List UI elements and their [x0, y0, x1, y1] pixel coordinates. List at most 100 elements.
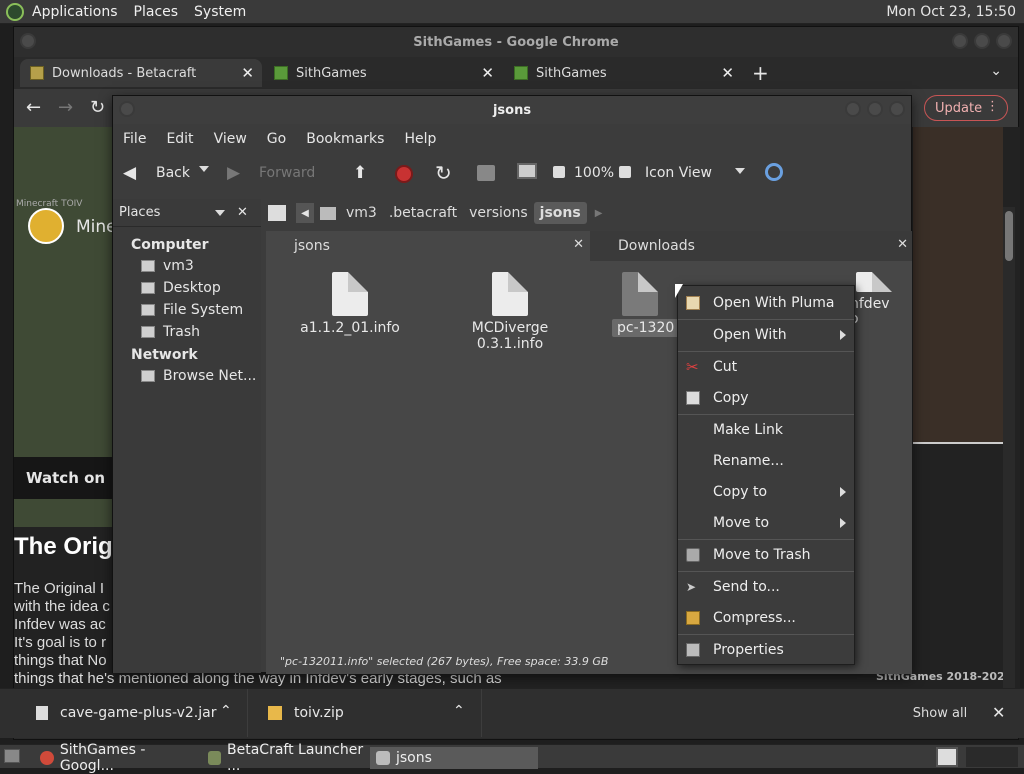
pane-tab-downloads[interactable]: Downloads ✕	[590, 231, 912, 261]
forward-button[interactable]: Forward	[259, 165, 315, 181]
file-item[interactable]: MCDiverge 0.3.1.info	[445, 272, 575, 352]
home-folder-icon[interactable]	[477, 165, 495, 181]
sidebar-pane-select[interactable]: Places ✕	[113, 199, 261, 227]
pane-tab-close-icon[interactable]: ✕	[897, 237, 908, 252]
watch-on-youtube[interactable]: Watch on	[14, 457, 113, 499]
menu-edit[interactable]: Edit	[156, 131, 203, 147]
tab-sithgames-1[interactable]: SithGames ✕	[264, 59, 502, 87]
tab-sithgames-2[interactable]: SithGames ✕	[504, 59, 742, 87]
reload-icon[interactable]: ↻	[90, 97, 105, 118]
edit-location-icon[interactable]	[268, 205, 286, 221]
menu-item-open-with[interactable]: Open With	[678, 320, 854, 350]
new-tab-icon[interactable]: +	[752, 61, 769, 85]
scrollbar-thumb[interactable]	[1005, 211, 1013, 261]
menu-item-properties[interactable]: Properties	[678, 635, 854, 665]
maximize-icon[interactable]	[974, 33, 990, 49]
up-arrow-icon[interactable]: ⬆	[353, 163, 367, 183]
menu-item-move-to[interactable]: Move to	[678, 508, 854, 538]
chevron-down-icon[interactable]	[215, 210, 225, 216]
show-all-button[interactable]: Show all	[903, 699, 977, 727]
menu-item-copy-to[interactable]: Copy to	[678, 477, 854, 507]
path-left-arrow-icon[interactable]: ◀	[296, 203, 314, 223]
panel-menu-system[interactable]: System	[186, 4, 254, 20]
tab-close-icon[interactable]: ✕	[721, 64, 734, 82]
sidebar-close-icon[interactable]: ✕	[237, 205, 248, 220]
menu-help[interactable]: Help	[394, 131, 446, 147]
path-segment-versions[interactable]: versions	[463, 202, 534, 224]
update-button[interactable]: Update ⋮	[924, 95, 1008, 121]
download-item[interactable]: toiv.zip ⌃	[248, 689, 482, 737]
menu-item-send-to[interactable]: ➤ Send to...	[678, 572, 854, 602]
menu-item-copy[interactable]: Copy	[678, 383, 854, 413]
back-arrow-icon[interactable]: ◀	[123, 163, 136, 183]
chevron-up-icon[interactable]: ⌃	[220, 703, 232, 719]
channel-avatar[interactable]	[28, 208, 64, 244]
workspace-switcher-inactive[interactable]	[966, 747, 1018, 767]
search-icon[interactable]	[765, 163, 783, 181]
close-icon[interactable]	[889, 101, 905, 117]
path-segment-jsons[interactable]: jsons	[533, 202, 587, 224]
menu-item-rename[interactable]: Rename...	[678, 446, 854, 476]
tab-close-icon[interactable]: ✕	[481, 64, 494, 82]
download-item[interactable]: cave-game-plus-v2.jar ⌃	[0, 689, 248, 737]
forward-arrow-icon[interactable]: ▶	[227, 163, 240, 183]
path-segment-betacraft[interactable]: .betacraft	[383, 202, 463, 224]
menu-view[interactable]: View	[204, 131, 257, 147]
panel-menu-places[interactable]: Places	[126, 4, 187, 20]
sidebar-item-browse-network[interactable]: Browse Net...	[113, 365, 261, 387]
view-mode-select[interactable]: Icon View	[645, 165, 712, 181]
menu-go[interactable]: Go	[257, 131, 296, 147]
menu-item-cut[interactable]: ✂ Cut	[678, 352, 854, 382]
page-scrollbar[interactable]	[1003, 207, 1015, 703]
menu-bookmarks[interactable]: Bookmarks	[296, 131, 394, 147]
window-menu-icon[interactable]	[20, 33, 36, 49]
sidebar-item-vm3[interactable]: vm3	[113, 255, 261, 277]
file-item[interactable]: a1.1.2_01.info	[285, 272, 415, 336]
workspace-switcher[interactable]	[936, 747, 958, 767]
path-segment-vm3[interactable]: vm3	[340, 202, 383, 224]
minimize-icon[interactable]	[952, 33, 968, 49]
window-menu-icon[interactable]	[119, 101, 135, 117]
show-desktop-icon[interactable]	[4, 749, 20, 763]
menu-item-move-to-trash[interactable]: Move to Trash	[678, 540, 854, 570]
reload-icon[interactable]: ↻	[435, 161, 452, 185]
taskbar-item-betacraft[interactable]: BetaCraft Launcher ...	[202, 742, 370, 774]
tab-search-chevron-icon[interactable]: ⌄	[990, 63, 1002, 79]
panel-menu-applications[interactable]: Applications	[24, 4, 126, 20]
menu-item-make-link[interactable]: Make Link	[678, 415, 854, 445]
sidebar-item-file-system[interactable]: File System	[113, 299, 261, 321]
back-button[interactable]: Back	[156, 165, 190, 181]
panel-clock[interactable]: Mon Oct 23, 15:50	[886, 4, 1024, 20]
chevron-up-icon[interactable]: ⌃	[453, 703, 465, 719]
tab-downloads-betacraft[interactable]: Downloads - Betacraft ✕	[20, 59, 262, 87]
view-mode-chevron-icon[interactable]	[735, 168, 745, 174]
distro-logo-icon[interactable]	[6, 2, 24, 21]
zoom-in-icon[interactable]	[619, 166, 631, 178]
channel-name[interactable]: Mine	[76, 217, 117, 237]
taskbar-item-jsons[interactable]: jsons	[370, 747, 538, 769]
file-manager-titlebar[interactable]: jsons	[113, 96, 911, 124]
menu-file[interactable]: File	[113, 131, 156, 147]
menu-item-compress[interactable]: Compress...	[678, 603, 854, 633]
file-item[interactable]: nfdev o	[848, 272, 912, 326]
back-history-chevron-icon[interactable]	[199, 166, 209, 172]
path-right-arrow-icon[interactable]: ▶	[595, 208, 603, 219]
sidebar-item-desktop[interactable]: Desktop	[113, 277, 261, 299]
sidebar-item-trash[interactable]: Trash	[113, 321, 261, 343]
minimize-icon[interactable]	[845, 101, 861, 117]
taskbar-item-chrome[interactable]: SithGames - Googl...	[34, 742, 202, 774]
zoom-out-icon[interactable]	[553, 166, 565, 178]
pane-tab-close-icon[interactable]: ✕	[573, 237, 584, 252]
kebab-menu-icon[interactable]: ⋮	[986, 99, 999, 114]
close-icon[interactable]	[996, 33, 1012, 49]
forward-arrow-icon[interactable]: →	[58, 97, 73, 118]
chrome-titlebar[interactable]: SithGames - Google Chrome	[14, 27, 1018, 57]
maximize-icon[interactable]	[867, 101, 883, 117]
back-arrow-icon[interactable]: ←	[26, 97, 41, 118]
tab-close-icon[interactable]: ✕	[241, 64, 254, 82]
menu-item-open-with-pluma[interactable]: Open With Pluma	[678, 288, 854, 318]
close-downloads-icon[interactable]: ✕	[992, 703, 1005, 722]
computer-icon[interactable]	[517, 163, 537, 179]
pane-tab-jsons[interactable]: jsons ✕	[266, 231, 588, 261]
stop-icon[interactable]	[395, 165, 413, 183]
